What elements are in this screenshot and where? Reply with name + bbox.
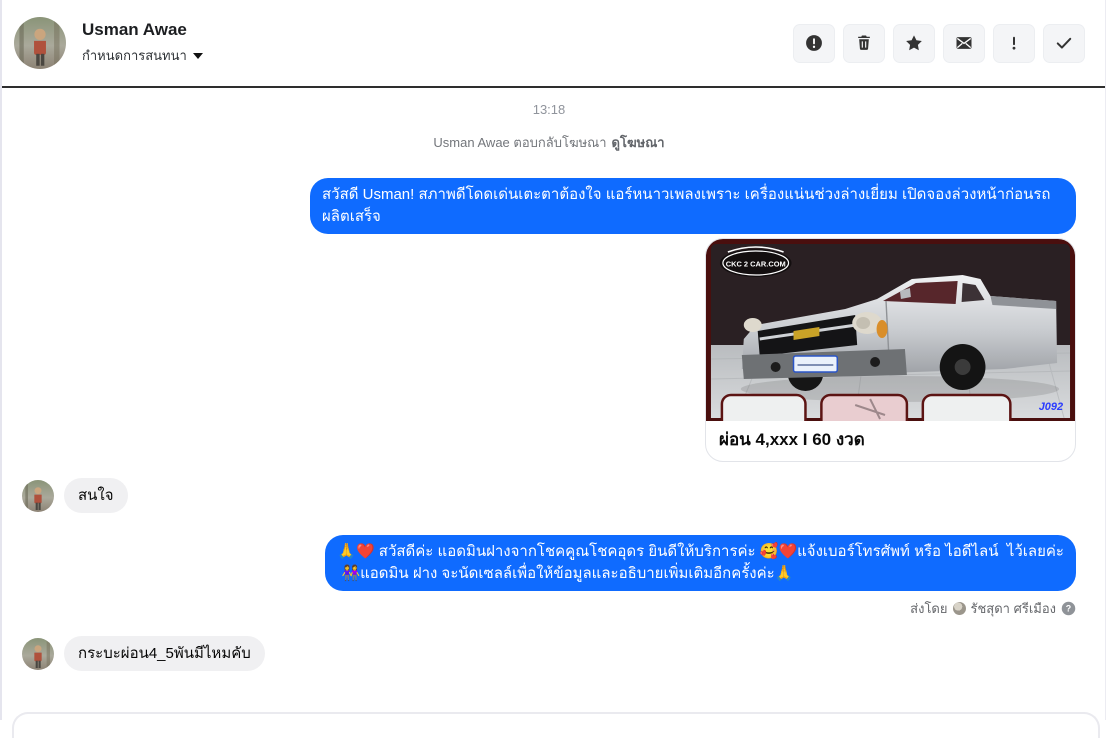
star-icon [906, 35, 922, 51]
contact-avatar-small [22, 479, 54, 512]
incoming-message-question[interactable]: กระบะผ่อน4_5พันมีไหมคับ [64, 636, 265, 671]
svg-text:?: ? [1066, 604, 1071, 614]
sender-name: รัชสุดา ศรีเมือง [970, 601, 1057, 616]
photo-code: J092 [1039, 401, 1063, 413]
unread-envelope-icon [956, 37, 972, 49]
conversation-page: Usman Awae กำหนดการสนทนา 13:18 Usman Awa… [0, 0, 1106, 738]
incoming-message-interest[interactable]: สนใจ [64, 478, 128, 513]
ad-reply-text: Usman Awae ตอบกลับโฆษณา [433, 135, 607, 150]
report-button[interactable] [793, 23, 835, 63]
message-composer[interactable] [12, 712, 1100, 738]
sent-by-label: ส่งโดย [910, 601, 948, 616]
chevron-down-icon [192, 52, 203, 59]
sender-avatar-mini [952, 602, 966, 615]
mark-unread-button[interactable] [943, 23, 985, 63]
attachment-caption: ผ่อน 4,xxx I 60 งวด [719, 430, 865, 449]
view-ad-link[interactable]: ดูโฆษณา [612, 135, 665, 150]
contact-name: Usman Awae [82, 20, 187, 39]
contact-avatar-small [22, 637, 54, 670]
contact-info: Usman Awae กำหนดการสนทนา [82, 20, 203, 66]
ad-reply-notice: Usman Awae ตอบกลับโฆษณา ดูโฆษณา [433, 132, 664, 153]
car-ad-attachment[interactable]: CKC 2 CAR.COM J092 ผ่อน 4,xxx I 60 งวด [705, 238, 1076, 462]
timestamp: 13:18 [532, 102, 566, 117]
exclamation-icon [1012, 36, 1016, 50]
star-button[interactable] [893, 23, 935, 63]
contact-avatar[interactable] [14, 17, 66, 69]
outgoing-message-greeting[interactable]: สวัสดี Usman! สภาพดีโดดเด่นเตะตาต้องใจ แ… [310, 178, 1076, 234]
conversation-schedule-menu[interactable]: กำหนดการสนทนา [82, 45, 203, 66]
report-circle-icon [806, 35, 822, 51]
flag-important-button[interactable] [993, 23, 1035, 63]
sent-by-line: ส่งโดย รัชสุดา ศรีเมือง ? [22, 598, 1076, 619]
help-icon[interactable]: ? [1061, 601, 1076, 616]
message-thread: 13:18 Usman Awae ตอบกลับโฆษณา ดูโฆษณา สวั… [2, 88, 1105, 720]
conversation-header: Usman Awae กำหนดการสนทนา [2, 0, 1105, 88]
outgoing-message-admin[interactable]: 🙏❤️ สวัสดีค่ะ แอดมินฝางจากโชคคูณโชคอุดร … [325, 535, 1076, 591]
mark-done-button[interactable] [1043, 23, 1085, 63]
delete-button[interactable] [843, 23, 885, 63]
car-photo[interactable]: CKC 2 CAR.COM J092 [706, 239, 1075, 421]
dealer-watermark: CKC 2 CAR.COM [726, 259, 786, 268]
conversation-schedule-label: กำหนดการสนทนา [82, 48, 187, 63]
header-action-bar [793, 23, 1085, 63]
check-icon [1056, 37, 1072, 49]
trash-icon [858, 35, 870, 50]
